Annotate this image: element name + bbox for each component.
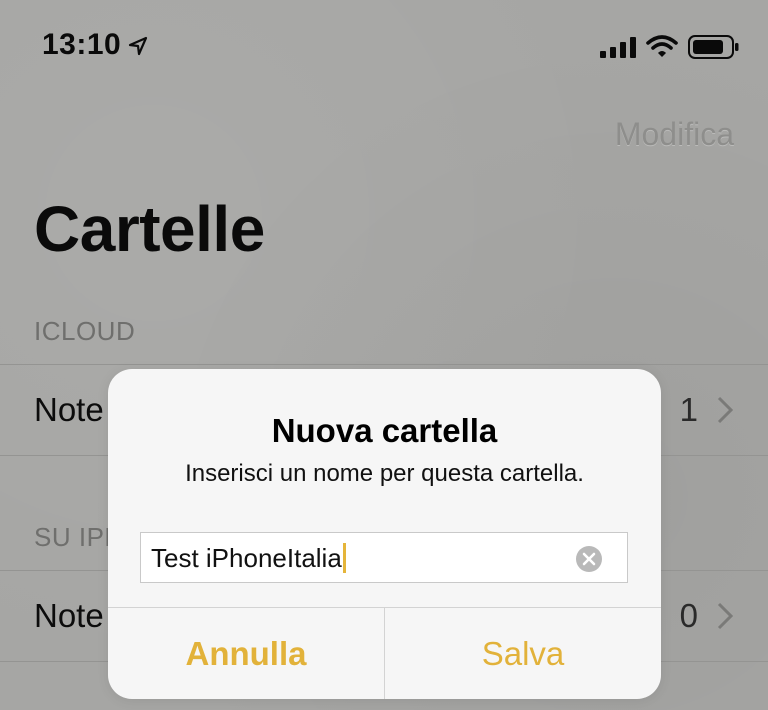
dialog-buttons: Annulla Salva (108, 607, 661, 699)
dialog-message: Inserisci un nome per questa cartella. (185, 460, 584, 487)
dialog-title: Nuova cartella (271, 412, 498, 449)
folder-name-input[interactable]: Test iPhoneItalia (140, 532, 628, 583)
wifi-icon (646, 35, 678, 57)
folder-label: Note (34, 391, 104, 428)
chevron-right-icon (717, 602, 734, 630)
status-time: 13:10 (42, 28, 122, 61)
folder-count: 1 (679, 391, 698, 428)
save-button[interactable]: Salva (385, 608, 661, 699)
chevron-right-icon (717, 396, 734, 424)
text-caret (342, 543, 346, 573)
folder-name-value: Test iPhoneItalia (151, 543, 346, 574)
edit-button[interactable]: Modifica (615, 116, 734, 153)
folder-count: 0 (679, 597, 698, 634)
battery-icon (688, 35, 739, 59)
cancel-button[interactable]: Annulla (108, 608, 385, 699)
folder-label: Note (34, 597, 104, 634)
status-bar: 13:10 (0, 0, 768, 90)
cellular-signal-icon (600, 37, 636, 58)
clear-text-icon[interactable] (575, 545, 603, 573)
section-header-icloud: ICLOUD (34, 316, 136, 346)
new-folder-dialog: Nuova cartella Inserisci un nome per que… (108, 369, 661, 699)
location-arrow-icon (128, 36, 148, 56)
page-title: Cartelle (34, 193, 265, 265)
